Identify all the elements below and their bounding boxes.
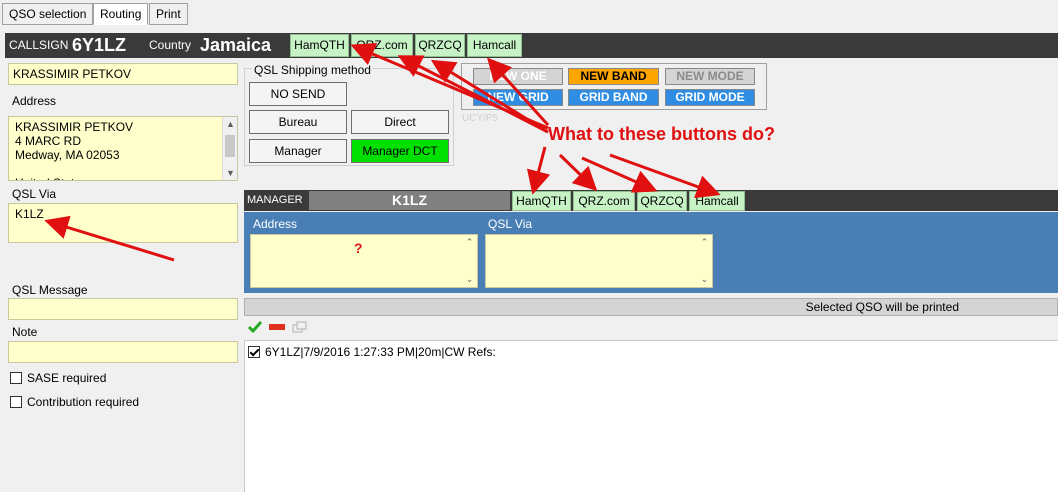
arrow-to-manager-hamqth xyxy=(526,146,551,195)
arrow-to-qrz xyxy=(397,55,549,134)
annotation-overlay xyxy=(44,42,721,262)
annotation-text: What to these buttons do? xyxy=(548,124,775,144)
arrow-to-manager-qrzcq xyxy=(581,156,658,193)
arrow-to-qrzcq xyxy=(430,59,549,134)
arrow-to-manager-hamcall xyxy=(609,153,721,199)
arrow-to-qsl-via xyxy=(44,215,175,262)
